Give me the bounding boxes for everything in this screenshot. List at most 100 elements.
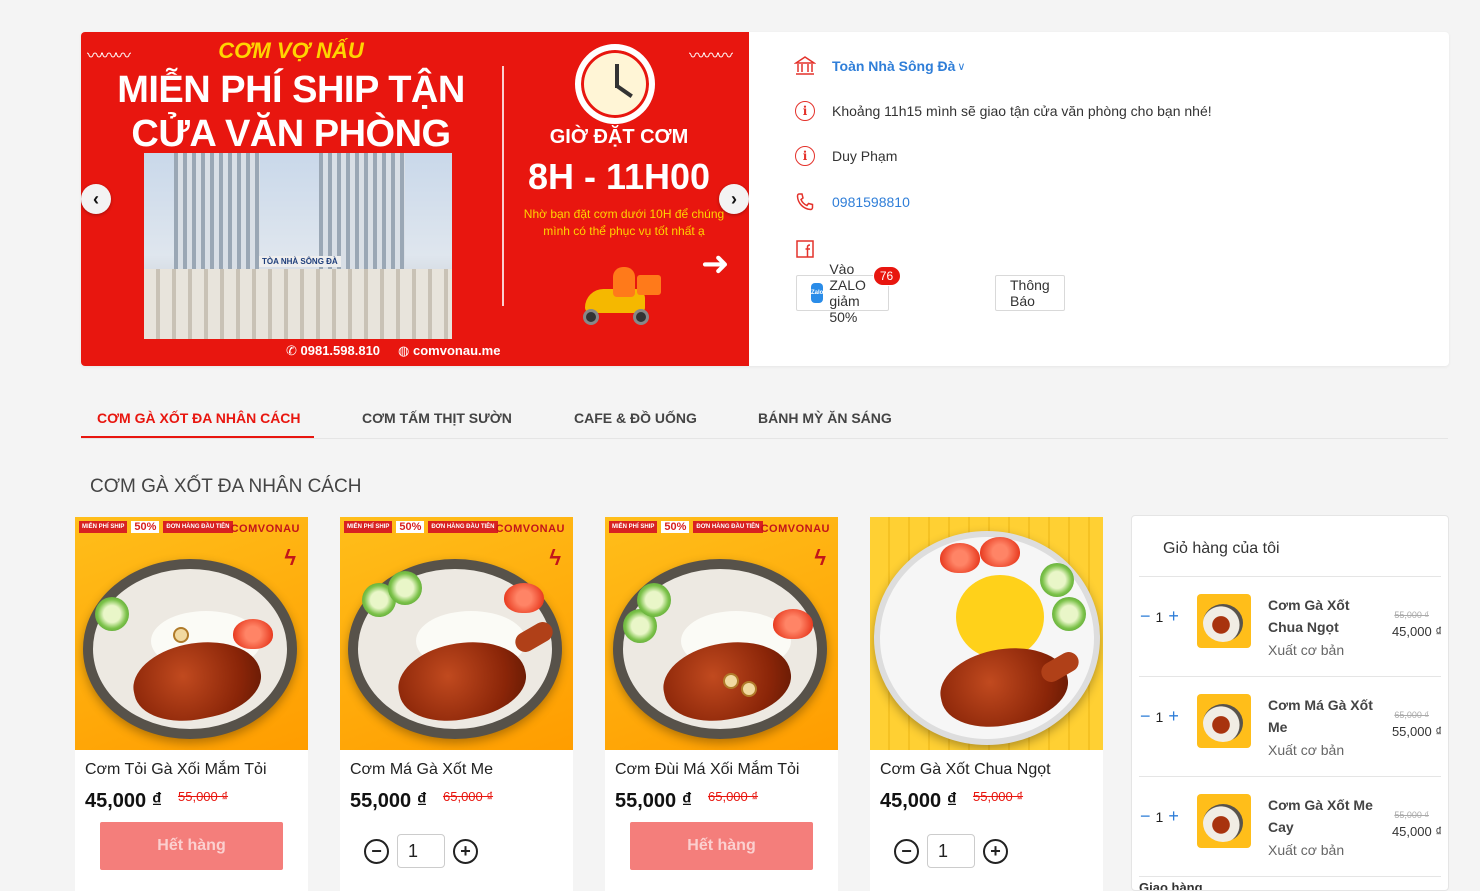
building-photo: TÒA NHÀ SÔNG ĐÀ [144,153,452,339]
chevron-down-icon[interactable]: ∨ [957,60,965,73]
banner-next-button[interactable]: › [719,184,749,214]
plate [613,559,827,739]
product-name[interactable]: Cơm Má Gà Xốt Me [350,761,493,779]
banner-note: Nhờ bạn đặt cơm dưới 10H để chúng mình c… [523,207,725,238]
cucumber [1052,597,1086,631]
plus-icon[interactable]: + [1168,806,1179,827]
delivery-label: Giao hàng [1139,880,1203,891]
tab-com-tam[interactable]: CƠM TẤM THỊT SƯỜN [362,410,512,426]
owner-row: i Duy Phạm [793,144,897,168]
cart-item-thumbnail [1197,694,1251,748]
product-brand: COMVONAU [230,523,300,535]
product-image[interactable] [870,517,1103,750]
tab-banh-my[interactable]: BÁNH MỲ ĂN SÁNG [758,410,892,426]
facebook-icon[interactable] [793,237,817,261]
cart-qty: 1 [1155,708,1164,725]
facebook-row[interactable] [793,237,832,261]
order-hours-label: GIỜ ĐẶT CƠM [549,126,689,148]
tomato [233,619,273,649]
plus-icon[interactable]: + [1168,606,1179,627]
plate [348,559,562,739]
minus-icon[interactable]: − [1140,806,1151,827]
plus-icon[interactable]: + [1168,706,1179,727]
cart-title: Giỏ hàng của tôi [1163,540,1280,557]
increase-button[interactable]: + [453,838,478,864]
plate [874,531,1100,745]
tomato [504,583,544,613]
delivery-note-row: i Khoảng 11h15 mình sẽ giao tận cửa văn … [793,99,1212,123]
product-price: 45,000 ₫ [85,790,162,812]
product-image[interactable]: MIỄN PHÍ SHIP 50% ĐƠN HÀNG ĐẦU TIÊN COMV… [75,517,308,750]
free-ship-tag: MIỄN PHÍ SHIP [344,521,393,533]
cucumber [1040,563,1074,597]
cart-item-old-price: 55,000 ₫ [1394,810,1429,820]
promo-tag: MIỄN PHÍ SHIP 50% ĐƠN HÀNG ĐẦU TIÊN [609,521,763,533]
product-name[interactable]: Cơm Đùi Má Xối Mắm Tỏi [615,761,799,779]
cart-qty-stepper: − 1 + [1140,706,1179,727]
promo-banner[interactable]: 〰〰〰 〰〰〰 CƠM VỢ NẤU MIỄN PHÍ SHIP TẬN CỬA… [81,32,749,366]
cart-item-price: 45,000 ₫ [1391,824,1442,839]
chicken [933,636,1075,738]
banner-phone: ✆ 0981.598.810 [286,343,381,358]
cart-item-option: Xuất cơ bản [1268,742,1345,758]
free-ship-tag: MIỄN PHÍ SHIP [609,521,658,533]
cart-item-option: Xuất cơ bản [1268,642,1345,658]
decrease-button[interactable]: − [894,838,919,864]
cart-qty-stepper: − 1 + [1140,806,1179,827]
banner-phone-text: 0981.598.810 [300,343,381,358]
tab-com-ga-xot[interactable]: CƠM GÀ XỐT ĐA NHÂN CÁCH [97,410,301,426]
banner-prev-button[interactable]: ‹ [81,184,111,214]
minus-icon[interactable]: − [1140,606,1151,627]
cart-item-name: Cơm Gà Xốt Chua Ngọt [1268,597,1350,635]
zalo-button[interactable]: Zalo Vào ZALO giảm 50% 76 [796,261,901,325]
sold-out-button[interactable]: Hết hàng [630,822,813,870]
cart-item-price: 45,000 ₫ [1391,624,1442,639]
product-card[interactable]: MIỄN PHÍ SHIP 50% ĐƠN HÀNG ĐẦU TIÊN COMV… [340,517,573,891]
delivery-scooter-icon [579,267,665,327]
product-card[interactable]: Cơm Gà Xốt Chua Ngọt 45,000 ₫ 55,000 ₫ −… [870,517,1103,891]
plate [83,559,297,739]
owner-name: Duy Phạm [832,148,898,164]
product-price: 55,000 ₫ [615,790,692,812]
product-old-price: 65,000 ₫ [443,789,494,804]
info-icon-glyph: i [795,101,815,121]
cart-item: − 1 + Cơm Má Gà Xốt Me Xuất cơ bản 65,00… [1132,676,1448,776]
product-image[interactable]: MIỄN PHÍ SHIP 50% ĐƠN HÀNG ĐẦU TIÊN COMV… [605,517,838,750]
garlic [723,673,739,689]
product-brand: COMVONAU [495,523,565,535]
zalo-icon: Zalo [811,283,824,303]
product-name[interactable]: Cơm Gà Xốt Chua Ngọt [880,761,1051,779]
cart-qty-stepper: − 1 + [1140,606,1179,627]
product-brand: COMVONAU [760,523,830,535]
lightning-icon: ϟ [549,545,561,570]
info-icon: i [793,99,817,123]
phone-row[interactable]: 0981598810 [793,190,910,214]
quantity-input[interactable]: 1 [927,834,975,868]
zalo-badge: 76 [872,266,901,286]
quantity-input[interactable]: 1 [397,834,445,868]
info-icon: i [793,144,817,168]
banner-headline-line-2: CỬA VĂN PHÒNG [131,113,451,155]
rice [956,575,1044,659]
notice-button-label: Thông Báo [1010,277,1050,309]
tab-cafe[interactable]: CAFE & ĐỒ UỐNG [574,410,697,426]
increase-button[interactable]: + [983,838,1008,864]
product-name[interactable]: Cơm Tỏi Gà Xối Mắm Tỏi [85,761,267,779]
minus-icon[interactable]: − [1140,706,1151,727]
decrease-button[interactable]: − [364,838,389,864]
tomato [980,537,1020,567]
product-card[interactable]: MIỄN PHÍ SHIP 50% ĐƠN HÀNG ĐẦU TIÊN COMV… [75,517,308,891]
sold-out-button[interactable]: Hết hàng [100,822,283,870]
location-row[interactable]: Toàn Nhà Sông Đà ∨ [793,54,965,78]
scooter-wheel [583,309,599,325]
location-name[interactable]: Toàn Nhà Sông Đà [832,58,955,74]
discount-tag: 50% [396,521,425,533]
promo-tag: MIỄN PHÍ SHIP 50% ĐƠN HÀNG ĐẦU TIÊN [79,521,233,533]
product-card[interactable]: MIỄN PHÍ SHIP 50% ĐƠN HÀNG ĐẦU TIÊN COMV… [605,517,838,891]
phone-link[interactable]: 0981598810 [832,194,910,210]
product-image[interactable]: MIỄN PHÍ SHIP 50% ĐƠN HÀNG ĐẦU TIÊN COMV… [340,517,573,750]
cart-item: − 1 + Cơm Gà Xốt Chua Ngọt Xuất cơ bản 5… [1132,576,1448,676]
clock-icon [575,44,655,124]
discount-tag: 50% [661,521,690,533]
notice-button[interactable]: Thông Báo [995,275,1065,311]
